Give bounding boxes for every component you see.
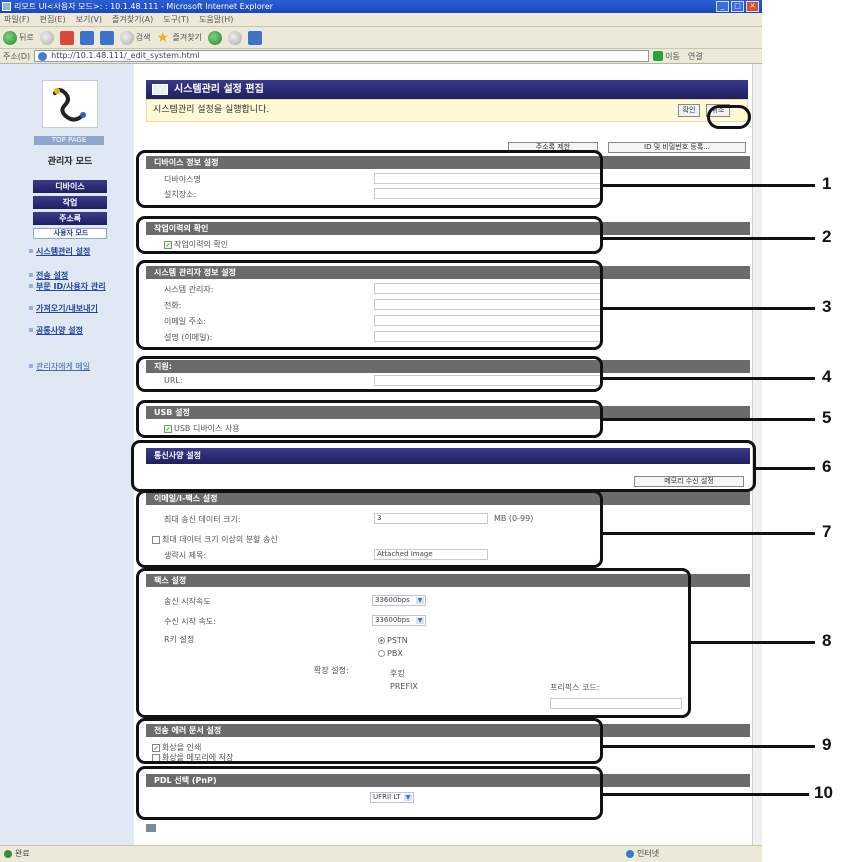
menu-favorites[interactable]: 즐겨찾기(A) (112, 13, 153, 26)
callout-box-3 (136, 260, 603, 350)
callout-line-7 (603, 532, 815, 535)
star-icon: ★ (156, 29, 170, 46)
page-header: 시스템관리 설정 편집 시스템관리 설정을 실행합니다. 확인 취소 (146, 80, 748, 122)
page-top-icon[interactable] (146, 824, 156, 832)
sidebar-link-dept-id[interactable]: 부문 ID/사용자 관리 (29, 282, 116, 291)
go-button[interactable]: 이동 (653, 51, 680, 62)
sidebar-link-transmission[interactable]: 전송 설정 (29, 271, 126, 280)
callout-number-10: 10 (814, 783, 833, 802)
settings-icon (152, 84, 168, 95)
nav-user-mode[interactable]: 사용자 모드 (33, 228, 107, 239)
callout-number-4: 4 (822, 367, 832, 386)
cancel-highlight (707, 105, 751, 129)
logo (42, 80, 98, 128)
back-arrow-icon (3, 30, 17, 45)
callout-box-2 (136, 216, 603, 254)
menu-bar: 파일(F) 편집(E) 보기(V) 즐겨찾기(A) 도구(T) 도움말(H) (0, 13, 762, 27)
callout-box-10 (136, 766, 603, 820)
callout-box-9 (136, 718, 603, 764)
forward-arrow-icon[interactable] (39, 30, 54, 45)
sidebar-link-common-settings[interactable]: 공통사양 설정 (29, 326, 126, 335)
callout-number-7: 7 (822, 522, 832, 541)
sidebar-link-import-export[interactable]: 가져오기/내보내기 (29, 304, 116, 313)
stop-icon[interactable] (59, 30, 74, 45)
nav-device[interactable]: 디바이스 (33, 180, 107, 193)
page-title: 시스템관리 설정 편집 (146, 80, 748, 99)
window-title: 리모트 UI<사용자 모드>: : 10.1.48.111 - Microsof… (14, 2, 273, 11)
callout-line-2 (603, 237, 815, 240)
page-done-icon (4, 850, 12, 858)
go-icon (653, 51, 664, 61)
callout-line-6 (756, 467, 815, 470)
callout-line-3 (603, 307, 815, 310)
page-message: 시스템관리 설정을 실행합니다. (146, 99, 748, 122)
callout-number-5: 5 (822, 408, 832, 427)
address-bar: 주소(D) http://10.1.48.111/_edit_system.ht… (0, 49, 762, 64)
callout-line-1 (603, 184, 815, 187)
sidebar-link-mail-admin[interactable]: 관리자에게 메일 (29, 362, 126, 371)
callout-line-8 (691, 641, 815, 644)
sidebar: TOP PAGE 관리자 모드 디바이스 작업 주소록 사용자 모드 시스템관리… (0, 64, 134, 845)
id-password-button[interactable]: ID 및 비밀번호 등록... (608, 142, 746, 153)
callout-line-9 (603, 745, 815, 748)
menu-help[interactable]: 도움말(H) (199, 13, 233, 26)
status-text: 완료 (15, 849, 30, 858)
internet-zone-icon (626, 850, 634, 858)
callout-line-10 (603, 793, 809, 796)
callout-number-6: 6 (822, 457, 832, 476)
address-input[interactable]: http://10.1.48.111/_edit_system.html (34, 50, 650, 62)
nav-job[interactable]: 작업 (33, 196, 107, 209)
search-icon (119, 30, 134, 45)
mode-label: 관리자 모드 (47, 157, 93, 167)
favorites-button[interactable]: ★ 즐겨찾기 (156, 31, 201, 45)
callout-number-8: 8 (822, 631, 832, 650)
status-bar: 완료 인터넷 (0, 845, 762, 862)
callout-box-5 (136, 400, 603, 438)
callout-number-9: 9 (822, 735, 832, 754)
print-icon[interactable] (247, 30, 262, 45)
ie-icon (2, 2, 11, 11)
menu-edit[interactable]: 편집(E) (40, 13, 66, 26)
callout-number-1: 1 (822, 174, 832, 193)
browser-toolbar: 뒤로 검색 ★ 즐겨찾기 (0, 27, 762, 49)
callout-box-7 (136, 490, 603, 568)
address-label: 주소(D) (3, 51, 31, 61)
sidebar-link-system-settings[interactable]: 시스템관리 설정 (29, 247, 106, 256)
callout-box-1 (136, 150, 603, 208)
callout-line-5 (603, 418, 815, 421)
search-button[interactable]: 검색 (119, 30, 150, 45)
refresh-icon[interactable] (79, 30, 94, 45)
mail-icon[interactable] (227, 30, 242, 45)
media-icon[interactable] (207, 30, 222, 45)
back-button[interactable]: 뒤로 (3, 30, 34, 45)
zone-text: 인터넷 (637, 849, 660, 858)
callout-number-3: 3 (822, 297, 832, 316)
callout-number-2: 2 (822, 227, 832, 246)
menu-file[interactable]: 파일(F) (4, 13, 30, 26)
menu-view[interactable]: 보기(V) (76, 13, 102, 26)
browser-window: 리모트 UI<사용자 모드>: : 10.1.48.111 - Microsof… (0, 0, 852, 862)
callout-line-4 (603, 377, 815, 380)
menu-tools[interactable]: 도구(T) (163, 13, 189, 26)
callout-box-6 (131, 440, 756, 492)
maximize-button[interactable]: □ (731, 1, 744, 12)
ok-button[interactable]: 확인 (678, 104, 700, 117)
nav-address-book[interactable]: 주소록 (33, 212, 107, 225)
remote-ui-logo-icon (53, 88, 86, 122)
home-icon[interactable] (99, 30, 114, 45)
close-button[interactable]: ✕ (746, 1, 759, 12)
title-bar: 리모트 UI<사용자 모드>: : 10.1.48.111 - Microsof… (0, 0, 762, 13)
callout-box-8 (136, 568, 691, 718)
callout-box-4 (136, 356, 603, 392)
links-label[interactable]: 연결 (688, 51, 703, 62)
minimize-button[interactable]: _ (716, 1, 729, 12)
top-page-link[interactable]: TOP PAGE (34, 136, 104, 145)
